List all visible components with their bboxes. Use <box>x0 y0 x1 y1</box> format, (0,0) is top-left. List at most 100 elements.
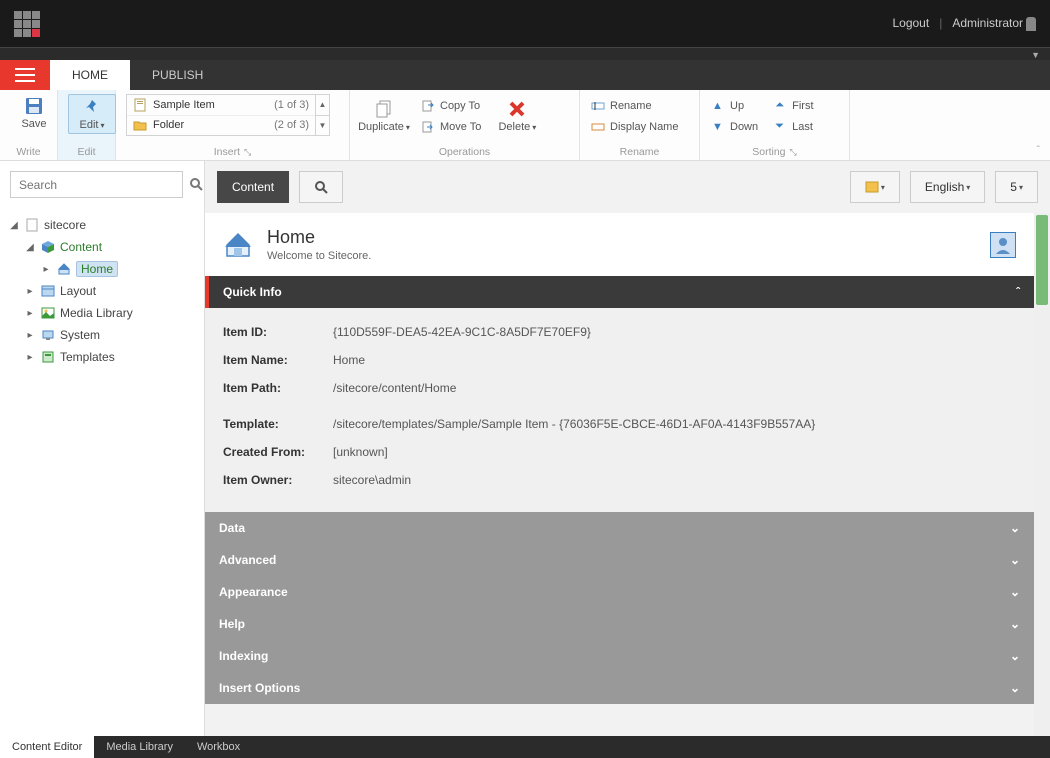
delete-button[interactable]: Delete▾ <box>493 94 541 138</box>
app-topbar: Logout | Administrator <box>0 0 1050 47</box>
tree-pane: ▼ ◢sitecore ◢Content ▸Home ▸Layout ▸Medi… <box>0 161 205 745</box>
chevron-down-icon: ⌄ <box>1010 585 1020 599</box>
qi-created-label: Created From: <box>223 445 333 459</box>
delete-icon <box>507 99 527 119</box>
spinner-up[interactable]: ▲ <box>316 95 329 116</box>
spinner-down[interactable]: ▼ <box>316 116 329 136</box>
group-label-insert: Insert⤡ <box>126 144 339 158</box>
qi-template-label: Template: <box>223 417 333 431</box>
down-arrow-icon: ▼ <box>710 119 725 134</box>
image-icon <box>40 305 56 321</box>
insert-sample-item[interactable]: Sample Item (1 of 3) <box>127 95 315 116</box>
vertical-scrollbar[interactable] <box>1034 213 1050 745</box>
workspace: ▼ ◢sitecore ◢Content ▸Home ▸Layout ▸Medi… <box>0 161 1050 745</box>
group-label-sorting: Sorting⤡ <box>710 144 839 158</box>
avatar-icon[interactable] <box>990 232 1016 258</box>
ribbon: Save Write Edit▾ Edit Sample Item (1 of … <box>0 90 1050 161</box>
insert-folder[interactable]: Folder (2 of 3) <box>127 116 315 136</box>
dialog-launcher-icon[interactable]: ⤡ <box>244 147 251 157</box>
move-down-button[interactable]: ▼Down <box>710 117 758 136</box>
view-icon <box>865 180 879 194</box>
language-button[interactable]: English▾ <box>910 171 985 203</box>
document-scroll[interactable]: Home Welcome to Sitecore. Quick Info ˆ I… <box>205 213 1050 745</box>
expand-caret-icon[interactable]: ▼ <box>1031 50 1040 60</box>
copyto-icon <box>420 98 435 113</box>
tree-node-content[interactable]: ◢Content <box>4 236 200 258</box>
up-arrow-icon: ▲ <box>710 98 725 113</box>
qi-template-value: /sitecore/templates/Sample/Sample Item -… <box>333 417 815 431</box>
chevron-down-icon: ⌄ <box>1010 553 1020 567</box>
save-button[interactable]: Save <box>10 94 58 132</box>
folder-icon <box>133 118 147 132</box>
content-tab-button[interactable]: Content <box>217 171 289 203</box>
tab-home[interactable]: HOME <box>50 60 130 90</box>
group-label-rename: Rename <box>590 144 689 158</box>
move-first-button[interactable]: ⏶First <box>772 96 813 115</box>
duplicate-button[interactable]: Duplicate▾ <box>360 94 408 138</box>
content-tree: ◢sitecore ◢Content ▸Home ▸Layout ▸Media … <box>0 208 204 374</box>
qi-name-label: Item Name: <box>223 353 333 367</box>
section-data[interactable]: Data⌄ <box>205 512 1034 544</box>
search-input[interactable] <box>10 171 183 198</box>
move-up-button[interactable]: ▲Up <box>710 96 758 115</box>
top-strip: ▼ <box>0 47 1050 60</box>
search-icon <box>314 180 328 194</box>
copyto-button[interactable]: Copy To <box>420 96 481 115</box>
bottom-tab-content-editor[interactable]: Content Editor <box>0 736 94 758</box>
displayname-button[interactable]: Display Name <box>590 117 689 136</box>
ribbon-collapse-icon[interactable]: ˆ <box>1037 145 1040 156</box>
tree-node-layout[interactable]: ▸Layout <box>4 280 200 302</box>
section-indexing[interactable]: Indexing⌄ <box>205 640 1034 672</box>
insert-spinner: ▲ ▼ <box>316 94 330 136</box>
chevron-down-icon: ⌄ <box>1010 521 1020 535</box>
move-last-button[interactable]: ⏷Last <box>772 117 813 136</box>
section-appearance[interactable]: Appearance⌄ <box>205 576 1034 608</box>
view-mode-button[interactable]: ▾ <box>850 171 900 203</box>
home-icon <box>56 261 72 277</box>
app-logo-icon[interactable] <box>14 11 40 37</box>
chevron-down-icon: ⌄ <box>1010 617 1020 631</box>
section-insertoptions[interactable]: Insert Options⌄ <box>205 672 1034 704</box>
cube-icon <box>40 239 56 255</box>
tree-node-home[interactable]: ▸Home <box>4 258 200 280</box>
dialog-launcher-icon[interactable]: ⤡ <box>790 147 797 157</box>
displayname-icon <box>590 119 605 134</box>
ribbon-tab-row: HOME PUBLISH <box>0 60 1050 90</box>
section-advanced[interactable]: Advanced⌄ <box>205 544 1034 576</box>
bottom-tab-media-library[interactable]: Media Library <box>94 736 185 758</box>
tree-node-media[interactable]: ▸Media Library <box>4 302 200 324</box>
tree-node-sitecore[interactable]: ◢sitecore <box>4 214 200 236</box>
quickinfo-panel: Item ID:{110D559F-DEA5-42EA-9C1C-8A5DF7E… <box>205 308 1034 512</box>
separator: | <box>939 16 942 30</box>
section-help[interactable]: Help⌄ <box>205 608 1034 640</box>
qi-owner-value: sitecore\admin <box>333 473 411 487</box>
save-icon <box>24 96 44 116</box>
search-content-button[interactable] <box>299 171 343 203</box>
tree-node-templates[interactable]: ▸Templates <box>4 346 200 368</box>
logout-link[interactable]: Logout <box>892 16 929 30</box>
group-label-write: Write <box>10 144 47 158</box>
qi-created-value: [unknown] <box>333 445 388 459</box>
edit-button[interactable]: Edit▾ <box>68 94 116 134</box>
moveto-button[interactable]: Move To <box>420 117 481 136</box>
last-icon: ⏷ <box>772 119 787 134</box>
section-quickinfo[interactable]: Quick Info ˆ <box>205 276 1034 308</box>
tree-node-system[interactable]: ▸System <box>4 324 200 346</box>
document-header: Home Welcome to Sitecore. <box>205 213 1034 276</box>
bottom-tab-workbox[interactable]: Workbox <box>185 736 252 758</box>
version-button[interactable]: 5▾ <box>995 171 1038 203</box>
qi-id-value: {110D559F-DEA5-42EA-9C1C-8A5DF7E70EF9} <box>333 325 591 339</box>
content-pane: Content ▾ English▾ 5▾ Home Welcome to Si… <box>205 161 1050 745</box>
tab-publish[interactable]: PUBLISH <box>130 60 225 90</box>
qi-owner-label: Item Owner: <box>223 473 333 487</box>
rename-button[interactable]: Rename <box>590 96 689 115</box>
page-title: Home <box>267 227 371 248</box>
moveto-icon <box>420 119 435 134</box>
scrollbar-thumb[interactable] <box>1036 215 1048 305</box>
search-button[interactable] <box>189 174 204 196</box>
user-link[interactable]: Administrator <box>952 16 1036 31</box>
qi-path-value: /sitecore/content/Home <box>333 381 456 395</box>
duplicate-icon <box>374 99 394 119</box>
rename-icon <box>590 98 605 113</box>
hamburger-button[interactable] <box>0 60 50 90</box>
